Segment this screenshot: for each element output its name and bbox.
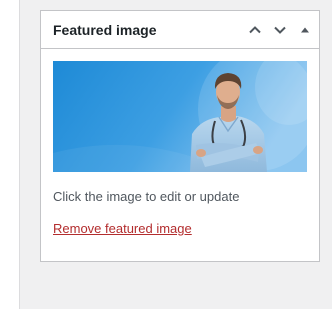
move-up-button[interactable]	[244, 19, 266, 41]
panel-header: Featured image	[41, 11, 319, 49]
move-down-button[interactable]	[269, 19, 291, 41]
featured-image-panel: Featured image Click the image to edit o…	[40, 10, 320, 262]
triangle-up-icon	[301, 27, 309, 33]
featured-image-thumbnail[interactable]	[53, 61, 307, 172]
toggle-panel-button[interactable]	[294, 19, 316, 41]
edit-hint-text: Click the image to edit or update	[53, 189, 240, 204]
doctor-photo	[53, 61, 307, 172]
panel-title[interactable]: Featured image	[53, 21, 156, 39]
chevron-down-icon	[274, 26, 286, 34]
remove-featured-image-link[interactable]: Remove featured image	[53, 220, 192, 237]
chevron-up-icon	[249, 26, 261, 34]
